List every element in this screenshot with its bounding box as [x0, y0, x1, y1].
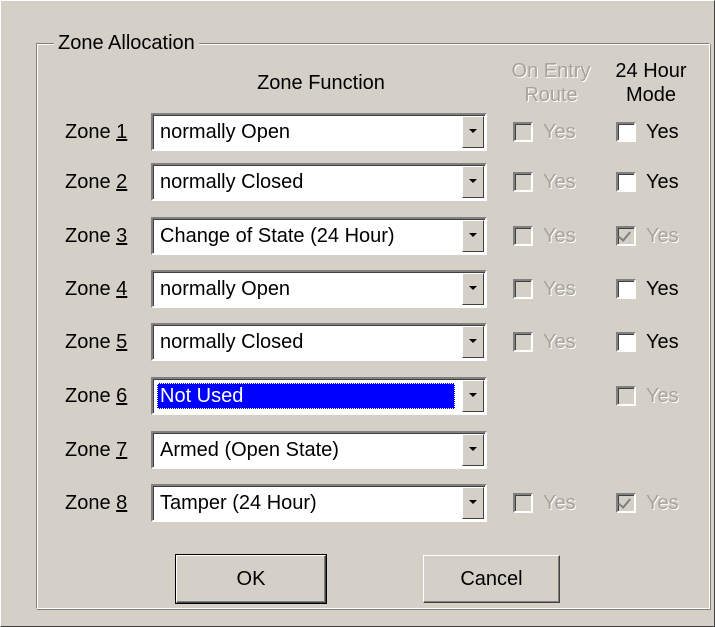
dropdown-arrow-icon[interactable]: [462, 273, 484, 305]
zone-7-function-select[interactable]: Armed (Open State): [151, 431, 487, 469]
24-hour-mode-label-zone-4[interactable]: Yes: [646, 270, 679, 308]
zone-label-number: 2: [116, 171, 128, 193]
24-hour-mode-checkbox-zone-2[interactable]: [616, 172, 636, 192]
zone-label-8: Zone 8: [65, 484, 150, 522]
zone-label-prefix: Zone: [65, 385, 117, 407]
24-hour-mode-checkbox-zone-3: [616, 226, 636, 246]
zone-4-function-select[interactable]: normally Open: [151, 270, 487, 308]
zone-label-6: Zone 6: [65, 377, 150, 415]
dropdown-arrow-icon[interactable]: [462, 220, 484, 252]
zone-label-prefix: Zone: [65, 492, 117, 514]
zone-label-number: 3: [116, 225, 128, 247]
on-entry-route-header: On Entry Route: [501, 59, 601, 107]
zone-6-function-select[interactable]: Not Used: [151, 377, 487, 415]
zone-5-function-select[interactable]: normally Closed: [151, 323, 487, 361]
on-entry-header-line1: On Entry: [511, 60, 591, 82]
zone-label-prefix: Zone: [65, 121, 117, 143]
dropdown-arrow-icon[interactable]: [462, 166, 484, 198]
on-entry-route-label-zone-1: Yes: [543, 121, 576, 143]
24-hour-mode-checkbox-zone-5[interactable]: [616, 332, 636, 352]
zone-label-prefix: Zone: [65, 278, 117, 300]
zone-1-function-select[interactable]: normally Open: [151, 113, 487, 151]
on-entry-route-label-zone-4: Yes: [543, 278, 576, 300]
24-hour-mode-label-zone-1[interactable]: Yes: [646, 113, 679, 151]
zone-label-number: 5: [116, 331, 128, 353]
zone-function-value: normally Open: [160, 278, 291, 300]
zone-function-value: Change of State (24 Hour): [160, 225, 395, 247]
on-entry-route-checkbox-zone-8: [513, 493, 533, 513]
zone-label-7: Zone 7: [65, 431, 150, 469]
on-entry-route-label-zone-2: Yes: [543, 171, 576, 193]
on-entry-header-line2: Route: [524, 84, 578, 106]
zone-label-1: Zone 1: [65, 113, 150, 151]
zone-label-3: Zone 3: [65, 217, 150, 255]
24-hour-mode-header: 24 Hour Mode: [601, 59, 701, 107]
on-entry-route-label-zone-3: Yes: [543, 225, 576, 247]
zone-label-number: 1: [116, 121, 128, 143]
zone-2-function-select[interactable]: normally Closed: [151, 163, 487, 201]
mode-header-line1: 24 Hour: [615, 60, 687, 82]
group-title: Zone Allocation: [54, 31, 199, 55]
zone-function-value: Tamper (24 Hour): [160, 492, 317, 514]
24-hour-mode-checkbox-zone-1[interactable]: [616, 122, 636, 142]
24-hour-mode-label-zone-5[interactable]: Yes: [646, 323, 679, 361]
zone-label-4: Zone 4: [65, 270, 150, 308]
24-hour-mode-label-zone-2[interactable]: Yes: [646, 163, 679, 201]
zone-label-prefix: Zone: [65, 171, 117, 193]
dropdown-arrow-icon[interactable]: [462, 434, 484, 466]
zone-function-value: normally Open: [160, 121, 291, 143]
zone-function-value: Not Used: [157, 383, 455, 409]
on-entry-route-checkbox-zone-2: [513, 172, 533, 192]
zone-label-5: Zone 5: [65, 323, 150, 361]
24-hour-mode-checkbox-zone-6: [616, 386, 636, 406]
checkmark-icon: [617, 495, 632, 509]
zone-label-number: 7: [116, 439, 128, 461]
ok-button[interactable]: OK: [175, 554, 327, 604]
dropdown-arrow-icon[interactable]: [462, 380, 484, 412]
24-hour-mode-checkbox-zone-8: [616, 493, 636, 513]
on-entry-route-checkbox-zone-3: [513, 226, 533, 246]
mode-header-line2: Mode: [625, 84, 677, 106]
dropdown-arrow-icon[interactable]: [462, 326, 484, 358]
zone-8-function-select[interactable]: Tamper (24 Hour): [151, 484, 487, 522]
zone-allocation-dialog: Zone Allocation Zone Function On Entry R…: [0, 0, 715, 627]
24-hour-mode-label-zone-8: Yes: [646, 492, 679, 514]
zone-label-prefix: Zone: [65, 225, 117, 247]
dropdown-arrow-icon[interactable]: [462, 116, 484, 148]
zone-function-header: Zone Function: [257, 72, 385, 94]
zone-function-value: normally Closed: [160, 171, 304, 193]
zone-label-prefix: Zone: [65, 331, 117, 353]
zone-label-number: 8: [116, 492, 128, 514]
on-entry-route-checkbox-zone-4: [513, 279, 533, 299]
zone-label-number: 6: [116, 385, 128, 407]
24-hour-mode-label-zone-6: Yes: [646, 385, 679, 407]
zone-label-2: Zone 2: [65, 163, 150, 201]
on-entry-route-label-zone-8: Yes: [543, 492, 576, 514]
zone-function-value: normally Closed: [160, 331, 304, 353]
24-hour-mode-checkbox-zone-4[interactable]: [616, 279, 636, 299]
on-entry-route-checkbox-zone-5: [513, 332, 533, 352]
checkmark-icon: [617, 228, 632, 242]
on-entry-route-checkbox-zone-1: [513, 122, 533, 142]
24-hour-mode-label-zone-3: Yes: [646, 225, 679, 247]
zone-label-prefix: Zone: [65, 439, 117, 461]
on-entry-route-label-zone-5: Yes: [543, 331, 576, 353]
zone-function-value: Armed (Open State): [160, 439, 339, 461]
zone-label-number: 4: [116, 278, 128, 300]
zone-3-function-select[interactable]: Change of State (24 Hour): [151, 217, 487, 255]
dropdown-arrow-icon[interactable]: [462, 487, 484, 519]
cancel-button[interactable]: Cancel: [423, 555, 560, 603]
